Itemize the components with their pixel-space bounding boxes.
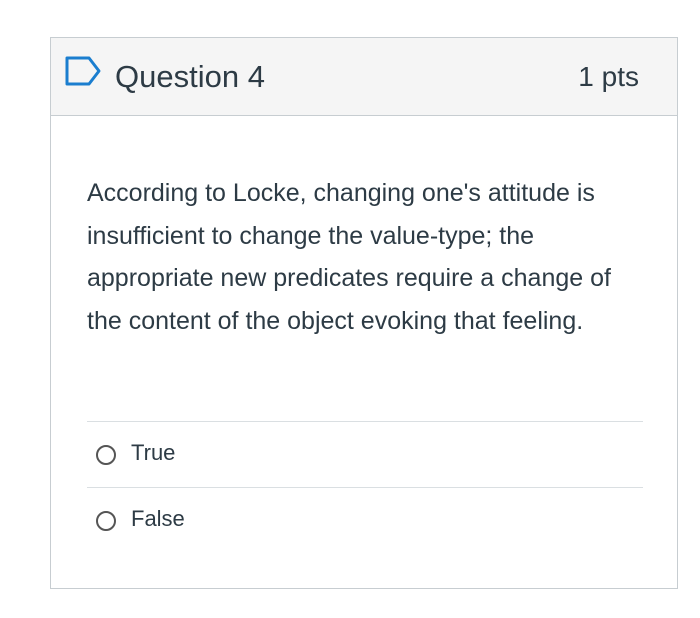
answer-label-false: False [131, 506, 185, 531]
question-header: Question 4 1 pts [51, 38, 677, 116]
answer-option-true[interactable]: True [87, 421, 643, 487]
answer-list: True False [87, 421, 643, 553]
question-points: 1 pts [578, 61, 639, 92]
bookmark-flag-icon[interactable] [64, 55, 102, 87]
radio-button-false[interactable] [96, 511, 116, 531]
answer-label-true: True [131, 440, 176, 465]
question-text: According to Locke, changing one's attit… [87, 179, 611, 335]
question-card: Question 4 1 pts According to Locke, cha… [50, 37, 678, 589]
question-body: According to Locke, changing one's attit… [87, 172, 647, 342]
question-title: Question 4 [115, 59, 265, 94]
answer-option-false[interactable]: False [87, 487, 643, 553]
radio-button-true[interactable] [96, 445, 116, 465]
